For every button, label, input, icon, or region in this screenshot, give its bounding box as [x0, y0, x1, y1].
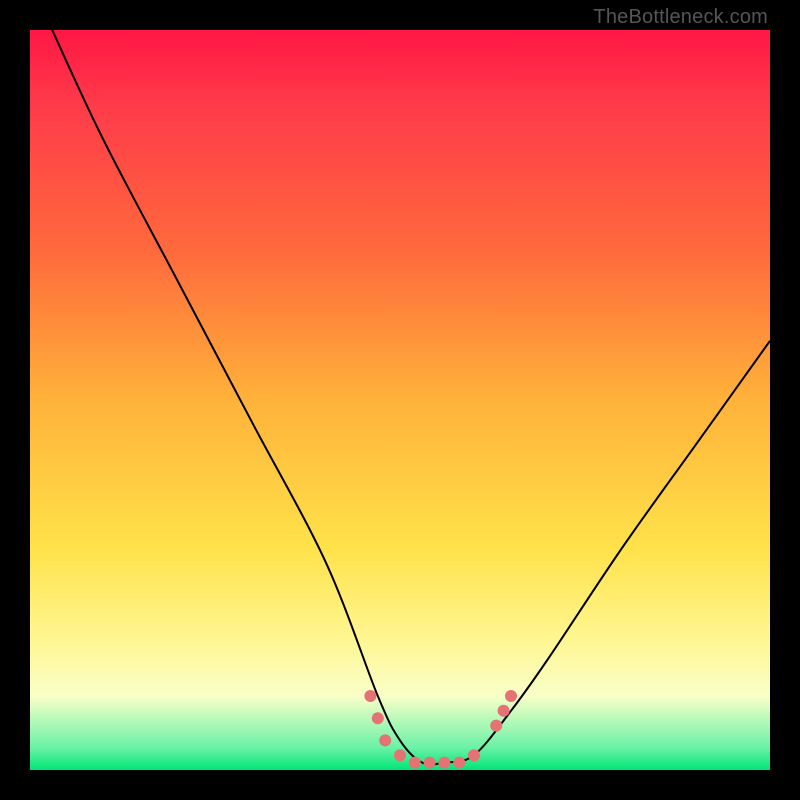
curve-marker [409, 757, 421, 769]
curve-marker [438, 757, 450, 769]
curve-marker [424, 757, 436, 769]
chart-frame: TheBottleneck.com [0, 0, 800, 800]
curve-marker [490, 720, 502, 732]
curve-marker [498, 705, 510, 717]
bottleneck-curve-svg [30, 30, 770, 770]
curve-marker [505, 690, 517, 702]
marker-group [364, 690, 517, 769]
curve-marker [394, 749, 406, 761]
bottleneck-curve-path [52, 30, 770, 765]
curve-marker [364, 690, 376, 702]
curve-marker [468, 749, 480, 761]
curve-marker [453, 757, 465, 769]
plot-area [30, 30, 770, 770]
curve-marker [372, 712, 384, 724]
watermark-text: TheBottleneck.com [593, 6, 768, 29]
curve-marker [379, 734, 391, 746]
